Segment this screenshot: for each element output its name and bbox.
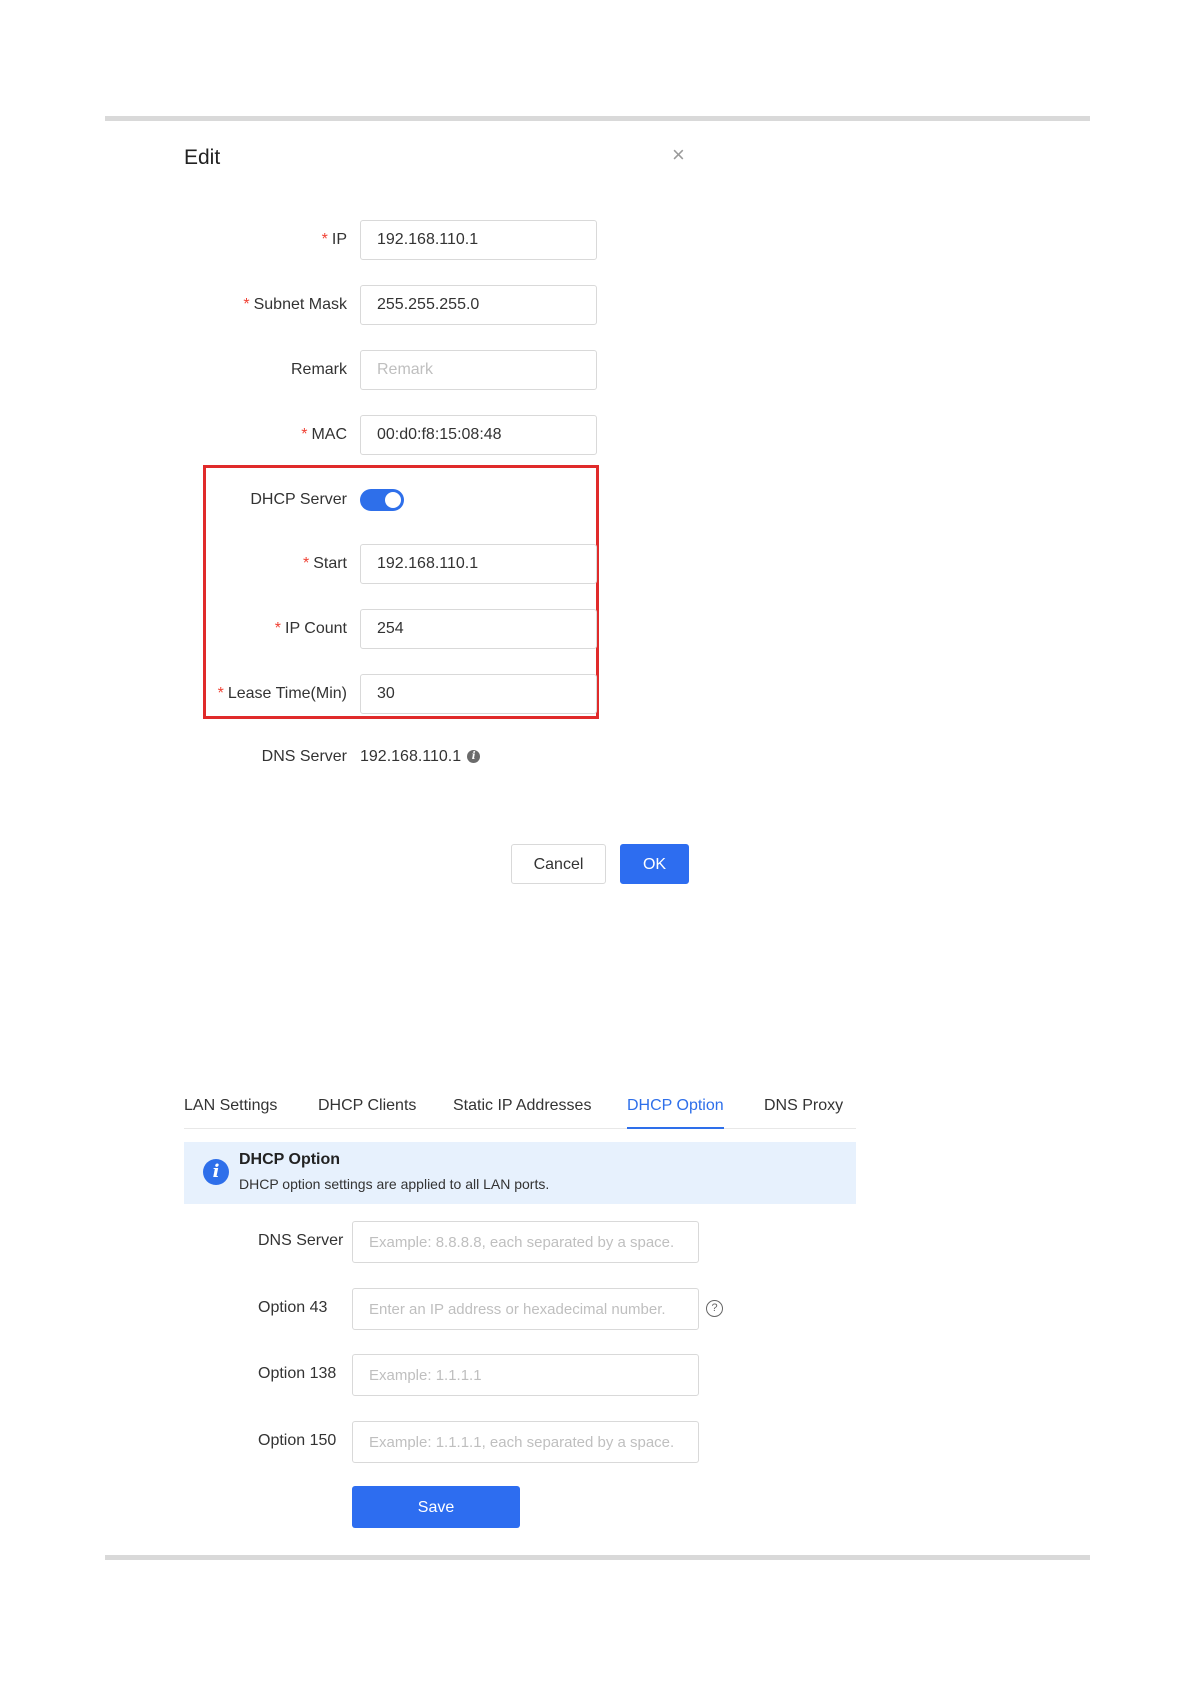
subnet-mask-input[interactable]: [360, 285, 597, 325]
required-mark: *: [302, 555, 310, 572]
info-notice: i DHCP Option DHCP option settings are a…: [184, 1142, 856, 1204]
dhcp-server-toggle[interactable]: [360, 489, 404, 511]
remark-label: Remark: [290, 361, 347, 378]
dns-server-option-input[interactable]: [352, 1221, 699, 1263]
option-138-row: Option 138: [184, 1354, 744, 1396]
close-icon[interactable]: ×: [672, 144, 685, 166]
mac-input[interactable]: [360, 415, 597, 455]
bottom-divider: [105, 1555, 1090, 1560]
info-icon: i: [203, 1159, 229, 1185]
tab-static-ip-addresses[interactable]: Static IP Addresses: [453, 1094, 591, 1128]
option-138-input[interactable]: [352, 1354, 699, 1396]
subnet-mask-row: * Subnet Mask: [150, 285, 597, 325]
tab-dhcp-clients[interactable]: DHCP Clients: [318, 1094, 416, 1128]
subnet-mask-label: * Subnet Mask: [243, 296, 347, 313]
start-input[interactable]: [360, 544, 597, 584]
top-divider: [105, 116, 1090, 121]
toggle-knob: [385, 492, 401, 508]
notice-description: DHCP option settings are applied to all …: [239, 1176, 550, 1192]
ip-count-label: * IP Count: [274, 620, 347, 637]
dns-server-row: DNS Server 192.168.110.1 i: [150, 737, 590, 777]
dns-server-option-label: DNS Server: [258, 1232, 344, 1249]
required-mark: *: [301, 426, 308, 443]
option-43-row: Option 43 ?: [184, 1288, 744, 1330]
ip-count-input[interactable]: [360, 609, 597, 649]
lease-time-input[interactable]: [360, 674, 597, 714]
dhcp-server-label: DHCP Server: [250, 491, 347, 508]
save-button[interactable]: Save: [352, 1486, 520, 1528]
option-43-input[interactable]: [352, 1288, 699, 1330]
required-mark: *: [217, 685, 224, 702]
ip-row: * IP: [150, 220, 597, 260]
lease-time-row: * Lease Time(Min): [150, 674, 597, 714]
dialog-title: Edit: [184, 146, 221, 169]
option-150-label: Option 150: [258, 1432, 337, 1449]
dns-server-value: 192.168.110.1 i: [360, 737, 481, 777]
dns-server-label: DNS Server: [261, 748, 347, 765]
info-icon[interactable]: i: [467, 750, 481, 764]
ip-label: * IP: [321, 231, 347, 248]
cancel-button[interactable]: Cancel: [511, 844, 606, 884]
option-150-row: Option 150: [184, 1421, 744, 1463]
mac-label: * MAC: [301, 426, 347, 443]
ip-count-row: * IP Count: [150, 609, 597, 649]
remark-row: Remark: [150, 350, 597, 390]
start-label: * Start: [302, 555, 347, 572]
dhcp-server-row: DHCP Server: [150, 480, 590, 520]
notice-title: DHCP Option: [239, 1151, 341, 1168]
remark-input[interactable]: [360, 350, 597, 390]
tab-dhcp-option[interactable]: DHCP Option: [627, 1094, 724, 1129]
start-row: * Start: [150, 544, 597, 584]
lease-time-label: * Lease Time(Min): [217, 685, 347, 702]
tab-lan-settings[interactable]: LAN Settings: [184, 1094, 277, 1128]
help-icon[interactable]: ?: [706, 1300, 723, 1317]
option-150-input[interactable]: [352, 1421, 699, 1463]
tab-bar: LAN Settings DHCP Clients Static IP Addr…: [184, 1094, 856, 1129]
tab-dns-proxy[interactable]: DNS Proxy: [764, 1094, 843, 1128]
required-mark: *: [274, 620, 282, 637]
dns-server-option-row: DNS Server: [184, 1221, 744, 1263]
mac-row: * MAC: [150, 415, 597, 455]
ip-input[interactable]: [360, 220, 597, 260]
required-mark: *: [321, 231, 328, 248]
ok-button[interactable]: OK: [620, 844, 689, 884]
required-mark: *: [243, 296, 250, 313]
option-138-label: Option 138: [258, 1365, 337, 1382]
option-43-label: Option 43: [258, 1299, 328, 1316]
